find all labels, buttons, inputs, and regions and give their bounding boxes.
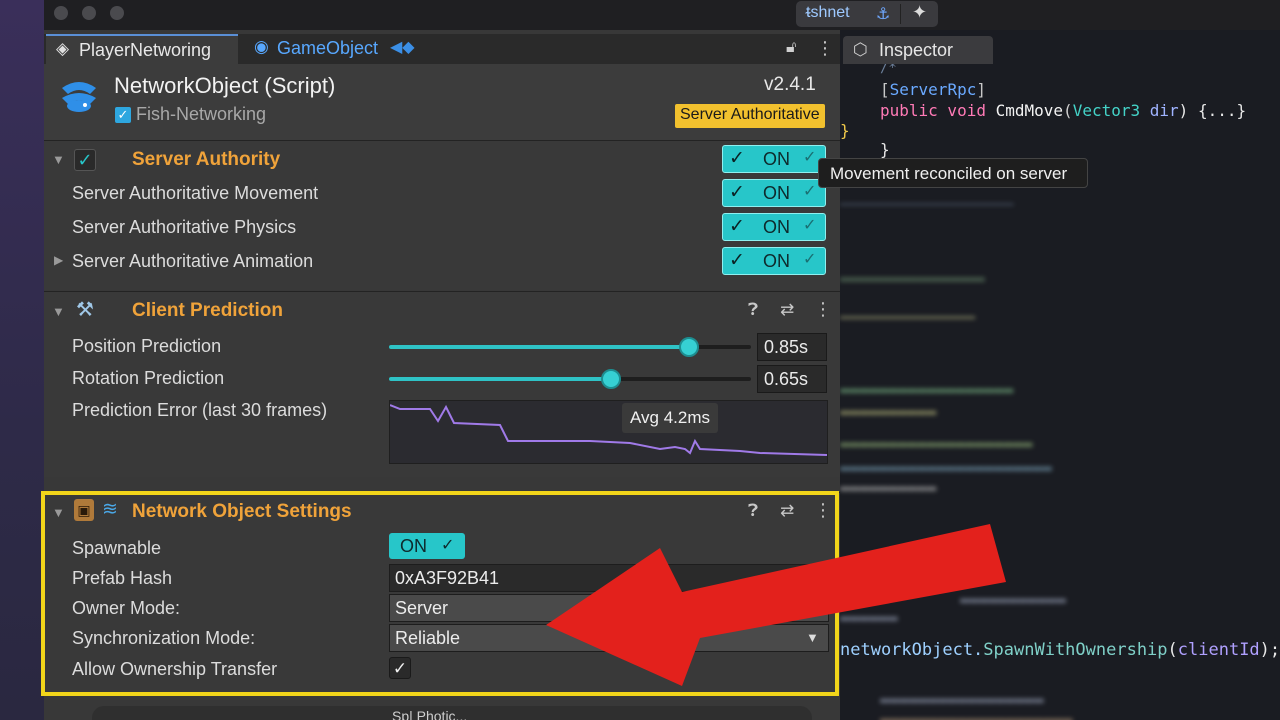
presets-icon[interactable]: ⇄ bbox=[780, 300, 794, 320]
toggle-label: ON bbox=[763, 251, 790, 271]
more-options-icon[interactable]: ⋮ bbox=[814, 299, 832, 320]
blurred-code-line: ▬▬▬▬▬▬▬▬▬▬▬▬▬▬▬▬▬ bbox=[880, 690, 1044, 709]
row-label: Prediction Error (last 30 frames) bbox=[72, 400, 328, 420]
blurred-code-line: ▬▬▬▬▬▬▬▬▬▬▬▬▬▬▬▬▬▬▬▬ bbox=[880, 710, 1073, 720]
toggle-label: ON bbox=[763, 217, 790, 237]
more-options-icon[interactable]: ⋮ bbox=[816, 38, 834, 59]
maximize-window-button[interactable] bbox=[110, 6, 124, 20]
blurred-code-line: ────────────────── bbox=[840, 195, 1014, 214]
sparkle-icon[interactable]: ✦ bbox=[912, 2, 927, 23]
blurred-code-line: ▬▬▬▬▬▬▬▬▬▬ bbox=[840, 478, 937, 497]
check-icon: ✓ bbox=[803, 149, 817, 166]
check-icon: ✓ bbox=[803, 183, 817, 200]
row-label: Server Authoritative Movement bbox=[72, 183, 319, 203]
check-icon: ✓ bbox=[729, 250, 745, 271]
fish-icon: ◀◆ bbox=[390, 39, 415, 56]
cube-icon: ◉ bbox=[254, 37, 269, 56]
server-authoritative-badge: Server Authoritative bbox=[675, 104, 825, 128]
rotation-slider-fill bbox=[389, 377, 611, 381]
toolbar-divider bbox=[900, 4, 901, 24]
row-label: Server Authoritative Physics bbox=[72, 217, 297, 237]
collapse-triangle-icon[interactable]: ▼ bbox=[52, 304, 65, 319]
lock-icon[interactable]: 🔓︎ bbox=[786, 39, 796, 57]
code-brace-close: } bbox=[880, 140, 890, 159]
check-icon: ✓ bbox=[729, 216, 745, 237]
tab-player-networking[interactable]: ◈ PlayerNetworing bbox=[46, 34, 238, 64]
tab-inspector[interactable]: ⬡ Inspector bbox=[843, 36, 993, 64]
version-label: v2.4.1 bbox=[764, 74, 816, 95]
code-brace: } bbox=[840, 121, 850, 140]
row-label: Rotation Prediction bbox=[72, 368, 225, 388]
blurred-code-line: ▬▬▬▬▬▬▬▬▬▬▬▬▬▬▬▬▬▬ bbox=[840, 380, 1014, 399]
client-prediction-section: ▼ ⚒ Client Prediction ❓︎ ⇄ ⋮ Position Pr… bbox=[44, 291, 840, 477]
component-title: NetworkObject (Script) bbox=[114, 73, 336, 98]
position-slider-fill bbox=[389, 345, 689, 349]
layers-icon: ◈ bbox=[56, 39, 70, 58]
server-animation-toggle[interactable]: ✓ ON ✓ bbox=[722, 247, 826, 275]
rotation-slider-handle[interactable] bbox=[601, 369, 621, 389]
fishnet-toolbar-chip[interactable]: ᵵshnet ⚓ ✦ bbox=[796, 1, 938, 27]
footer-bar: Sp| Photic... bbox=[92, 706, 812, 720]
rotation-value-field[interactable]: 0.65s bbox=[757, 365, 827, 393]
tab-label: PlayerNetworing bbox=[79, 40, 212, 60]
position-value-field[interactable]: 0.85s bbox=[757, 333, 827, 361]
inspector-tab-label: Inspector bbox=[879, 40, 954, 60]
toggle-label: ON bbox=[763, 183, 790, 203]
component-enabled-checkbox[interactable]: ✓ bbox=[115, 107, 131, 123]
fish-icon: ⚓ bbox=[876, 6, 891, 23]
cube-outline-icon: ⬡ bbox=[853, 40, 868, 59]
help-icon[interactable]: ❓︎ bbox=[748, 300, 758, 320]
server-physics-toggle[interactable]: ✓ ON ✓ bbox=[722, 213, 826, 241]
section-title: Client Prediction bbox=[132, 300, 283, 321]
annotation-arrow bbox=[546, 524, 1006, 686]
blurred-code-line: ▬▬▬▬▬▬▬▬▬▬▬▬▬▬▬▬▬▬▬▬▬▬ bbox=[840, 458, 1052, 477]
prediction-error-graph: Avg 4.2ms bbox=[389, 400, 828, 464]
collapse-triangle-icon[interactable]: ▼ bbox=[52, 152, 65, 167]
section-title: Server Authority bbox=[132, 149, 281, 170]
server-authority-section: ▼ ✓ Server Authority ✓ ON ✓ Server Autho… bbox=[44, 140, 840, 290]
avg-tooltip: Avg 4.2ms bbox=[622, 403, 719, 433]
blurred-code-line: ═══════════════ bbox=[840, 270, 985, 289]
toggle-label: ON bbox=[763, 149, 790, 169]
server-movement-toggle[interactable]: ✓ ON ✓ bbox=[722, 179, 826, 207]
blurred-code-line: ━━━━━━━━━━━━━━ bbox=[840, 308, 975, 327]
row-label: Server Authoritative Animation bbox=[72, 251, 314, 271]
tab-label: GameObject bbox=[277, 38, 379, 58]
expand-triangle-icon[interactable]: ▶ bbox=[54, 253, 63, 267]
blurred-code-line: ▬▬▬▬▬▬▬▬▬▬ bbox=[840, 402, 937, 421]
code-line-attribute: [ServerRpc] bbox=[880, 80, 986, 99]
fishnet-logo-icon bbox=[56, 72, 102, 118]
window-titlebar: ᵵshnet ⚓ ✦ bbox=[44, 0, 1280, 30]
footer-label: Sp| Photic... bbox=[392, 708, 468, 720]
server-authority-toggle[interactable]: ✓ ON ✓ bbox=[722, 145, 826, 173]
minimize-window-button[interactable] bbox=[82, 6, 96, 20]
fishnet-label: ᵵshnet bbox=[806, 4, 850, 21]
component-subtitle: Fish-Networking bbox=[136, 104, 267, 124]
desktop-background bbox=[0, 0, 44, 720]
close-window-button[interactable] bbox=[54, 6, 68, 20]
check-icon: ✓ bbox=[729, 182, 745, 203]
check-icon: ✓ bbox=[803, 217, 817, 234]
code-line-signature: public void CmdMove(Vector3 dir) {...} bbox=[880, 101, 1247, 120]
tab-bar: ◈ PlayerNetworing ◉ GameObject ◀◆ 🔓︎ ⋮ bbox=[44, 34, 840, 64]
position-slider-handle[interactable] bbox=[679, 337, 699, 357]
movement-tooltip: Movement reconciled on server bbox=[818, 158, 1088, 188]
blurred-code-line: ▬▬▬▬▬▬▬▬▬▬▬▬▬▬▬▬▬▬▬▬ bbox=[840, 434, 1033, 453]
row-label: Position Prediction bbox=[72, 336, 222, 356]
check-icon: ✓ bbox=[803, 251, 817, 268]
check-icon: ✓ bbox=[729, 148, 745, 169]
tools-icon: ⚒ bbox=[76, 299, 94, 321]
tab-gameobject[interactable]: ◉ GameObject ◀◆ bbox=[244, 34, 424, 64]
section-enabled-checkbox[interactable]: ✓ bbox=[74, 149, 96, 171]
